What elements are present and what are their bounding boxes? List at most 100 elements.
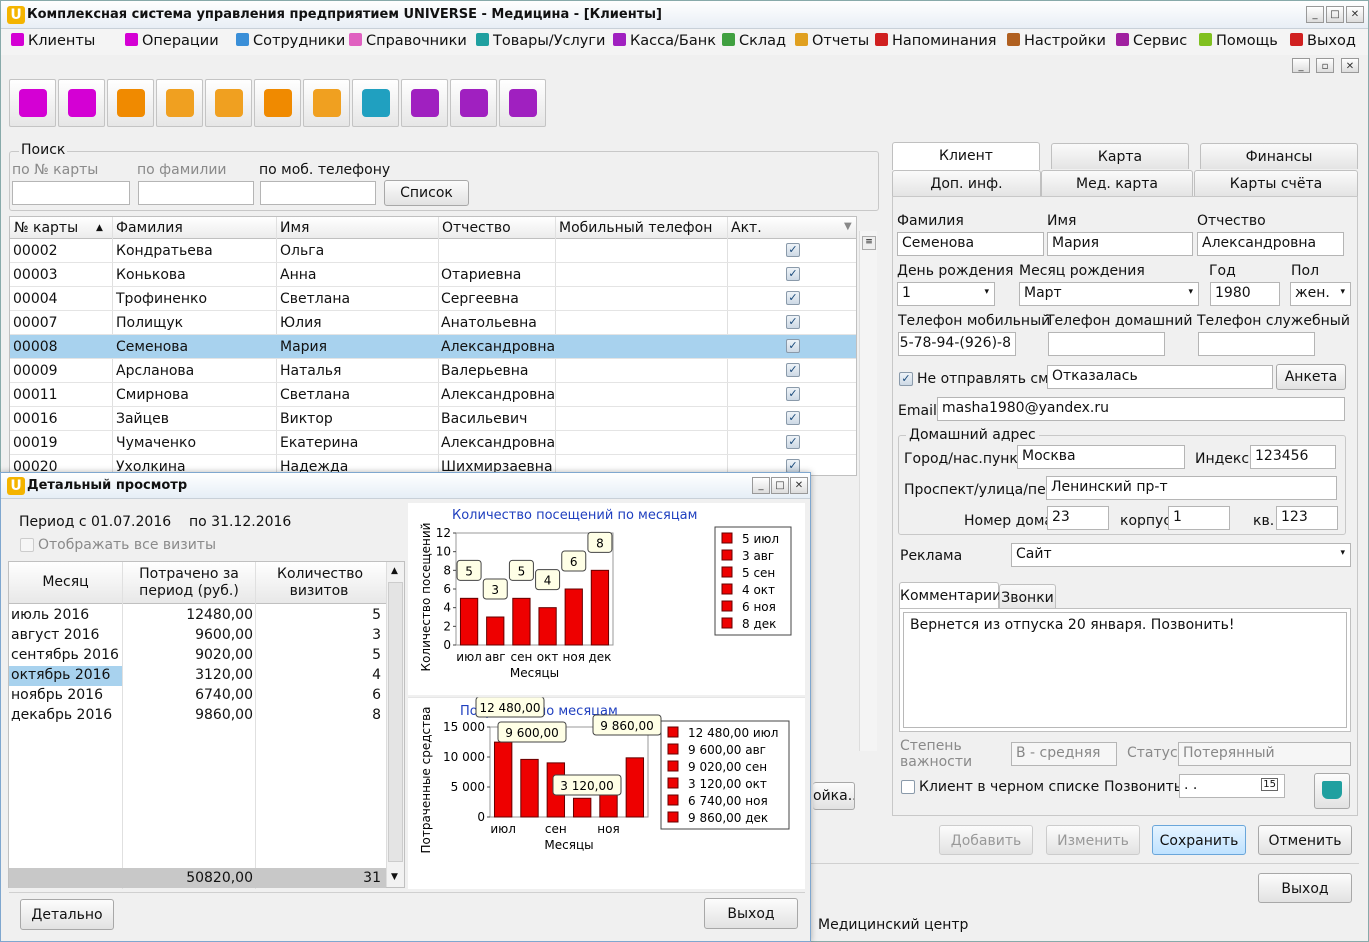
- menu-item-10[interactable]: Сервис: [1116, 33, 1187, 49]
- col-mobile[interactable]: Мобильный телефон: [559, 220, 712, 236]
- table-row[interactable]: 00004 Трофиненко Светлана Сергеевна ✓: [10, 287, 856, 311]
- menu-item-2[interactable]: Сотрудники: [236, 33, 345, 49]
- col-active[interactable]: Акт.: [731, 220, 762, 236]
- settings-button[interactable]: ойка...: [813, 782, 855, 810]
- menu-item-12[interactable]: Выход: [1290, 33, 1356, 49]
- menu-item-1[interactable]: Операции: [125, 33, 219, 49]
- active-checkbox[interactable]: ✓: [786, 435, 800, 449]
- menu-item-0[interactable]: Клиенты: [11, 33, 95, 49]
- scroll-handle-icon[interactable]: ≡: [862, 236, 876, 250]
- scroll-down-icon[interactable]: ▼: [391, 872, 398, 882]
- close-icon[interactable]: ✕: [1346, 6, 1364, 23]
- col-month[interactable]: Месяц: [9, 574, 122, 590]
- scroll-up-icon[interactable]: ▲: [391, 566, 398, 576]
- table-row[interactable]: 00003 Конькова Анна Отариевна ✓: [10, 263, 856, 287]
- table-row[interactable]: 00011 Смирнова Светлана Александровна ✓: [10, 383, 856, 407]
- tab-r2-1[interactable]: Мед. карта: [1041, 170, 1193, 196]
- tab-r1-1[interactable]: Карта: [1051, 143, 1189, 169]
- table-row[interactable]: июль 2016 12480,00 5: [9, 606, 386, 626]
- korpus-field[interactable]: 1: [1168, 506, 1230, 530]
- menu-item-5[interactable]: Касса/Банк: [613, 33, 716, 49]
- popup-scrollbar[interactable]: ▲ ▼: [386, 562, 404, 887]
- ad-select[interactable]: Сайт ▾: [1011, 543, 1351, 567]
- col-spent[interactable]: Потрачено за период (руб.): [123, 566, 255, 600]
- table-row[interactable]: октябрь 2016 3120,00 4: [9, 666, 386, 686]
- work-phone-field[interactable]: [1198, 332, 1315, 356]
- mdi-restore-icon[interactable]: ▫: [1316, 58, 1334, 73]
- active-checkbox[interactable]: ✓: [786, 267, 800, 281]
- comment-area[interactable]: Вернется из отпуска 20 января. Позвонить…: [899, 608, 1351, 732]
- no-sms-reason-field[interactable]: Отказалась: [1047, 365, 1273, 389]
- index-field[interactable]: 123456: [1250, 445, 1336, 469]
- house-field[interactable]: 23: [1047, 506, 1109, 530]
- city-field[interactable]: Москва: [1017, 445, 1185, 469]
- col-card[interactable]: № карты: [14, 220, 78, 236]
- bmonth-select[interactable]: Март ▾: [1019, 282, 1199, 306]
- filter-icon[interactable]: ▼: [844, 221, 852, 232]
- no-sms-checkbox[interactable]: ✓: [899, 372, 913, 386]
- patronymic-field[interactable]: Александровна: [1197, 232, 1344, 256]
- bday-select[interactable]: 1 ▾: [897, 282, 995, 306]
- surname-field[interactable]: Семенова: [897, 232, 1044, 256]
- active-checkbox[interactable]: ✓: [786, 411, 800, 425]
- save-button[interactable]: Сохранить: [1152, 825, 1246, 855]
- status-field[interactable]: Потерянный: [1178, 742, 1351, 766]
- sex-select[interactable]: жен. ▾: [1290, 282, 1351, 306]
- cancel-button[interactable]: Отменить: [1258, 825, 1352, 855]
- col-visits[interactable]: Количество визитов: [257, 566, 381, 600]
- active-checkbox[interactable]: ✓: [786, 459, 800, 473]
- basket-button[interactable]: [1314, 773, 1350, 809]
- importance-field[interactable]: В - средняя: [1011, 742, 1117, 766]
- toolbar-button-5[interactable]: [254, 79, 301, 127]
- mdi-close-icon[interactable]: ✕: [1341, 58, 1359, 73]
- toolbar-button-10[interactable]: [499, 79, 546, 127]
- table-row[interactable]: 00019 Чумаченко Екатерина Александровна ✓: [10, 431, 856, 455]
- table-row[interactable]: 00002 Кондратьева Ольга ✓: [10, 239, 856, 263]
- col-surname[interactable]: Фамилия: [116, 220, 183, 236]
- table-row[interactable]: декабрь 2016 9860,00 8: [9, 706, 386, 726]
- active-checkbox[interactable]: ✓: [786, 291, 800, 305]
- col-patronymic[interactable]: Отчество: [442, 220, 511, 236]
- active-checkbox[interactable]: ✓: [786, 243, 800, 257]
- popup-maximize-icon[interactable]: □: [771, 477, 789, 494]
- exit-button[interactable]: Выход: [1258, 873, 1352, 903]
- comment-text[interactable]: Вернется из отпуска 20 января. Позвонить…: [903, 612, 1347, 728]
- toolbar-button-1[interactable]: [58, 79, 105, 127]
- anketa-button[interactable]: Анкета: [1276, 364, 1346, 390]
- email-field[interactable]: masha1980@yandex.ru: [937, 397, 1345, 421]
- table-row[interactable]: ноябрь 2016 6740,00 6: [9, 686, 386, 706]
- popup-exit-button[interactable]: Выход: [704, 898, 798, 929]
- blacklist-checkbox[interactable]: [901, 780, 915, 794]
- tab-r2-0[interactable]: Доп. инф.: [892, 170, 1041, 196]
- tab-r2-2[interactable]: Карты счёта: [1194, 170, 1358, 196]
- active-checkbox[interactable]: ✓: [786, 339, 800, 353]
- active-checkbox[interactable]: ✓: [786, 387, 800, 401]
- toolbar-button-7[interactable]: [352, 79, 399, 127]
- table-row[interactable]: 00008 Семенова Мария Александровна ✓: [10, 335, 856, 359]
- active-checkbox[interactable]: ✓: [786, 363, 800, 377]
- call-date-field[interactable]: . . 15: [1179, 774, 1285, 798]
- show-all-checkbox[interactable]: [20, 538, 34, 552]
- menu-item-8[interactable]: Напоминания: [875, 33, 997, 49]
- search-card-input[interactable]: [12, 181, 130, 205]
- tab-comments[interactable]: Комментарии: [899, 582, 1001, 610]
- edit-button[interactable]: Изменить: [1046, 825, 1140, 855]
- table-row[interactable]: 00007 Полищук Юлия Анатольевна ✓: [10, 311, 856, 335]
- kv-field[interactable]: 123: [1276, 506, 1338, 530]
- add-button[interactable]: Добавить: [939, 825, 1033, 855]
- active-checkbox[interactable]: ✓: [786, 315, 800, 329]
- mobile-field[interactable]: 8-(926)-465-78-94: [898, 332, 1016, 356]
- table-row[interactable]: 00009 Арсланова Наталья Валерьевна ✓: [10, 359, 856, 383]
- col-name[interactable]: Имя: [280, 220, 309, 236]
- toolbar-button-4[interactable]: [205, 79, 252, 127]
- list-button[interactable]: Список: [384, 180, 469, 206]
- search-surname-input[interactable]: [138, 181, 254, 205]
- toolbar-button-9[interactable]: [450, 79, 497, 127]
- maximize-icon[interactable]: □: [1326, 6, 1344, 23]
- year-field[interactable]: 1980: [1210, 282, 1280, 306]
- toolbar-button-6[interactable]: [303, 79, 350, 127]
- menu-item-9[interactable]: Настройки: [1007, 33, 1106, 49]
- table-row[interactable]: сентябрь 2016 9020,00 5: [9, 646, 386, 666]
- toolbar-button-8[interactable]: [401, 79, 448, 127]
- mdi-minimize-icon[interactable]: _: [1292, 58, 1310, 73]
